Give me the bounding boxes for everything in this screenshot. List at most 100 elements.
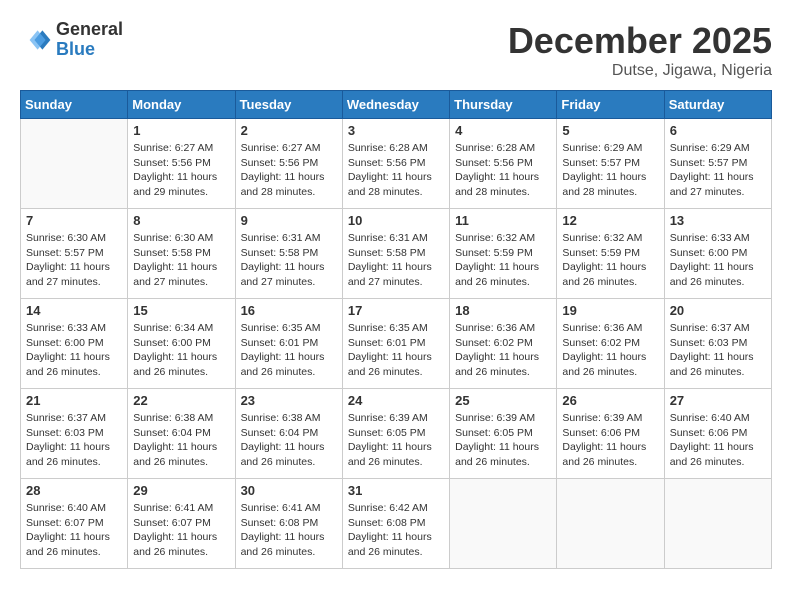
day-number: 16 xyxy=(241,303,337,318)
calendar-cell: 8 Sunrise: 6:30 AM Sunset: 5:58 PM Daylig… xyxy=(128,209,235,299)
calendar-cell: 17Sunrise: 6:35 AM Sunset: 6:01 PM Dayli… xyxy=(342,299,449,389)
cell-info: Sunrise: 6:39 AM Sunset: 6:05 PM Dayligh… xyxy=(348,411,444,470)
cell-info: Sunrise: 6:33 AM Sunset: 6:00 PM Dayligh… xyxy=(670,231,766,290)
day-number: 28 xyxy=(26,483,122,498)
location: Dutse, Jigawa, Nigeria xyxy=(508,62,772,80)
calendar-cell: 28 Sunrise: 6:40 AM Sunset: 6:07 PM Dayli… xyxy=(21,479,128,569)
cell-info: Sunrise: 6:27 AM Sunset: 5:56 PM Dayligh… xyxy=(241,141,337,200)
cell-info: Sunrise: 6:42 AM Sunset: 6:08 PM Dayligh… xyxy=(348,501,444,560)
cell-info: Sunrise: 6:33 AM Sunset: 6:00 PM Dayligh… xyxy=(26,321,122,380)
logo-blue-text: Blue xyxy=(56,40,123,60)
day-number: 24 xyxy=(348,393,444,408)
cell-info: Sunrise: 6:36 AM Sunset: 6:02 PM Dayligh… xyxy=(455,321,551,380)
day-number: 30 xyxy=(241,483,337,498)
calendar-week-4: 21 Sunrise: 6:37 AM Sunset: 6:03 PM Dayli… xyxy=(21,389,772,479)
calendar-cell: 11 Sunrise: 6:32 AM Sunset: 5:59 PM Dayli… xyxy=(450,209,557,299)
cell-info: Sunrise: 6:41 AM Sunset: 6:08 PM Dayligh… xyxy=(241,501,337,560)
cell-info: Sunrise: 6:29 AM Sunset: 5:57 PM Dayligh… xyxy=(670,141,766,200)
day-number: 22 xyxy=(133,393,229,408)
day-number: 23 xyxy=(241,393,337,408)
cell-info: Sunrise: 6:37 AM Sunset: 6:03 PM Dayligh… xyxy=(26,411,122,470)
day-number: 10 xyxy=(348,213,444,228)
cell-info: Sunrise: 6:32 AM Sunset: 5:59 PM Dayligh… xyxy=(455,231,551,290)
calendar-cell: 22 Sunrise: 6:38 AM Sunset: 6:04 PM Dayli… xyxy=(128,389,235,479)
cell-info: Sunrise: 6:39 AM Sunset: 6:05 PM Dayligh… xyxy=(455,411,551,470)
day-number: 27 xyxy=(670,393,766,408)
calendar-cell: 29 Sunrise: 6:41 AM Sunset: 6:07 PM Dayli… xyxy=(128,479,235,569)
cell-info: Sunrise: 6:31 AM Sunset: 5:58 PM Dayligh… xyxy=(241,231,337,290)
cell-info: Sunrise: 6:29 AM Sunset: 5:57 PM Dayligh… xyxy=(562,141,658,200)
cell-info: Sunrise: 6:40 AM Sunset: 6:06 PM Dayligh… xyxy=(670,411,766,470)
calendar-cell: 6 Sunrise: 6:29 AM Sunset: 5:57 PM Daylig… xyxy=(664,119,771,209)
page-header: General Blue December 2025 Dutse, Jigawa… xyxy=(20,20,772,80)
day-number: 20 xyxy=(670,303,766,318)
weekday-header-row: SundayMondayTuesdayWednesdayThursdayFrid… xyxy=(21,91,772,119)
weekday-header-sunday: Sunday xyxy=(21,91,128,119)
day-number: 25 xyxy=(455,393,551,408)
day-number: 2 xyxy=(241,123,337,138)
calendar-cell: 10 Sunrise: 6:31 AM Sunset: 5:58 PM Dayli… xyxy=(342,209,449,299)
logo-general-text: General xyxy=(56,20,123,40)
cell-info: Sunrise: 6:27 AM Sunset: 5:56 PM Dayligh… xyxy=(133,141,229,200)
calendar-cell: 30 Sunrise: 6:41 AM Sunset: 6:08 PM Dayli… xyxy=(235,479,342,569)
day-number: 14 xyxy=(26,303,122,318)
title-block: December 2025 Dutse, Jigawa, Nigeria xyxy=(508,20,772,80)
cell-info: Sunrise: 6:30 AM Sunset: 5:58 PM Dayligh… xyxy=(133,231,229,290)
calendar-cell: 2 Sunrise: 6:27 AM Sunset: 5:56 PM Daylig… xyxy=(235,119,342,209)
day-number: 9 xyxy=(241,213,337,228)
day-number: 21 xyxy=(26,393,122,408)
logo: General Blue xyxy=(20,20,123,60)
calendar-week-5: 28 Sunrise: 6:40 AM Sunset: 6:07 PM Dayli… xyxy=(21,479,772,569)
day-number: 11 xyxy=(455,213,551,228)
cell-info: Sunrise: 6:35 AM Sunset: 6:01 PM Dayligh… xyxy=(348,321,444,380)
calendar-cell: 20 Sunrise: 6:37 AM Sunset: 6:03 PM Dayli… xyxy=(664,299,771,389)
calendar-cell: 15Sunrise: 6:34 AM Sunset: 6:00 PM Dayli… xyxy=(128,299,235,389)
calendar-cell: 23 Sunrise: 6:38 AM Sunset: 6:04 PM Dayli… xyxy=(235,389,342,479)
calendar-cell: 3 Sunrise: 6:28 AM Sunset: 5:56 PM Daylig… xyxy=(342,119,449,209)
calendar-cell xyxy=(664,479,771,569)
calendar-cell: 7Sunrise: 6:30 AM Sunset: 5:57 PM Daylig… xyxy=(21,209,128,299)
calendar-cell xyxy=(557,479,664,569)
day-number: 8 xyxy=(133,213,229,228)
cell-info: Sunrise: 6:28 AM Sunset: 5:56 PM Dayligh… xyxy=(455,141,551,200)
weekday-header-wednesday: Wednesday xyxy=(342,91,449,119)
calendar-cell: 4 Sunrise: 6:28 AM Sunset: 5:56 PM Daylig… xyxy=(450,119,557,209)
calendar-cell: 9 Sunrise: 6:31 AM Sunset: 5:58 PM Daylig… xyxy=(235,209,342,299)
cell-info: Sunrise: 6:37 AM Sunset: 6:03 PM Dayligh… xyxy=(670,321,766,380)
day-number: 31 xyxy=(348,483,444,498)
day-number: 26 xyxy=(562,393,658,408)
day-number: 18 xyxy=(455,303,551,318)
day-number: 12 xyxy=(562,213,658,228)
calendar-cell: 1Sunrise: 6:27 AM Sunset: 5:56 PM Daylig… xyxy=(128,119,235,209)
day-number: 6 xyxy=(670,123,766,138)
weekday-header-friday: Friday xyxy=(557,91,664,119)
weekday-header-thursday: Thursday xyxy=(450,91,557,119)
logo-icon xyxy=(20,24,52,56)
calendar-week-1: 1Sunrise: 6:27 AM Sunset: 5:56 PM Daylig… xyxy=(21,119,772,209)
cell-info: Sunrise: 6:34 AM Sunset: 6:00 PM Dayligh… xyxy=(133,321,229,380)
calendar-cell: 16Sunrise: 6:35 AM Sunset: 6:01 PM Dayli… xyxy=(235,299,342,389)
calendar-cell: 27 Sunrise: 6:40 AM Sunset: 6:06 PM Dayli… xyxy=(664,389,771,479)
cell-info: Sunrise: 6:30 AM Sunset: 5:57 PM Dayligh… xyxy=(26,231,122,290)
cell-info: Sunrise: 6:38 AM Sunset: 6:04 PM Dayligh… xyxy=(133,411,229,470)
calendar-table: SundayMondayTuesdayWednesdayThursdayFrid… xyxy=(20,90,772,569)
cell-info: Sunrise: 6:40 AM Sunset: 6:07 PM Dayligh… xyxy=(26,501,122,560)
calendar-cell: 14 Sunrise: 6:33 AM Sunset: 6:00 PM Dayli… xyxy=(21,299,128,389)
weekday-header-tuesday: Tuesday xyxy=(235,91,342,119)
cell-info: Sunrise: 6:41 AM Sunset: 6:07 PM Dayligh… xyxy=(133,501,229,560)
calendar-cell: 24 Sunrise: 6:39 AM Sunset: 6:05 PM Dayli… xyxy=(342,389,449,479)
calendar-cell: 18 Sunrise: 6:36 AM Sunset: 6:02 PM Dayli… xyxy=(450,299,557,389)
day-number: 4 xyxy=(455,123,551,138)
cell-info: Sunrise: 6:39 AM Sunset: 6:06 PM Dayligh… xyxy=(562,411,658,470)
calendar-cell xyxy=(450,479,557,569)
day-number: 29 xyxy=(133,483,229,498)
cell-info: Sunrise: 6:38 AM Sunset: 6:04 PM Dayligh… xyxy=(241,411,337,470)
cell-info: Sunrise: 6:28 AM Sunset: 5:56 PM Dayligh… xyxy=(348,141,444,200)
calendar-cell: 31 Sunrise: 6:42 AM Sunset: 6:08 PM Dayli… xyxy=(342,479,449,569)
cell-info: Sunrise: 6:31 AM Sunset: 5:58 PM Dayligh… xyxy=(348,231,444,290)
cell-info: Sunrise: 6:32 AM Sunset: 5:59 PM Dayligh… xyxy=(562,231,658,290)
weekday-header-monday: Monday xyxy=(128,91,235,119)
calendar-cell: 25 Sunrise: 6:39 AM Sunset: 6:05 PM Dayli… xyxy=(450,389,557,479)
cell-info: Sunrise: 6:36 AM Sunset: 6:02 PM Dayligh… xyxy=(562,321,658,380)
day-number: 3 xyxy=(348,123,444,138)
